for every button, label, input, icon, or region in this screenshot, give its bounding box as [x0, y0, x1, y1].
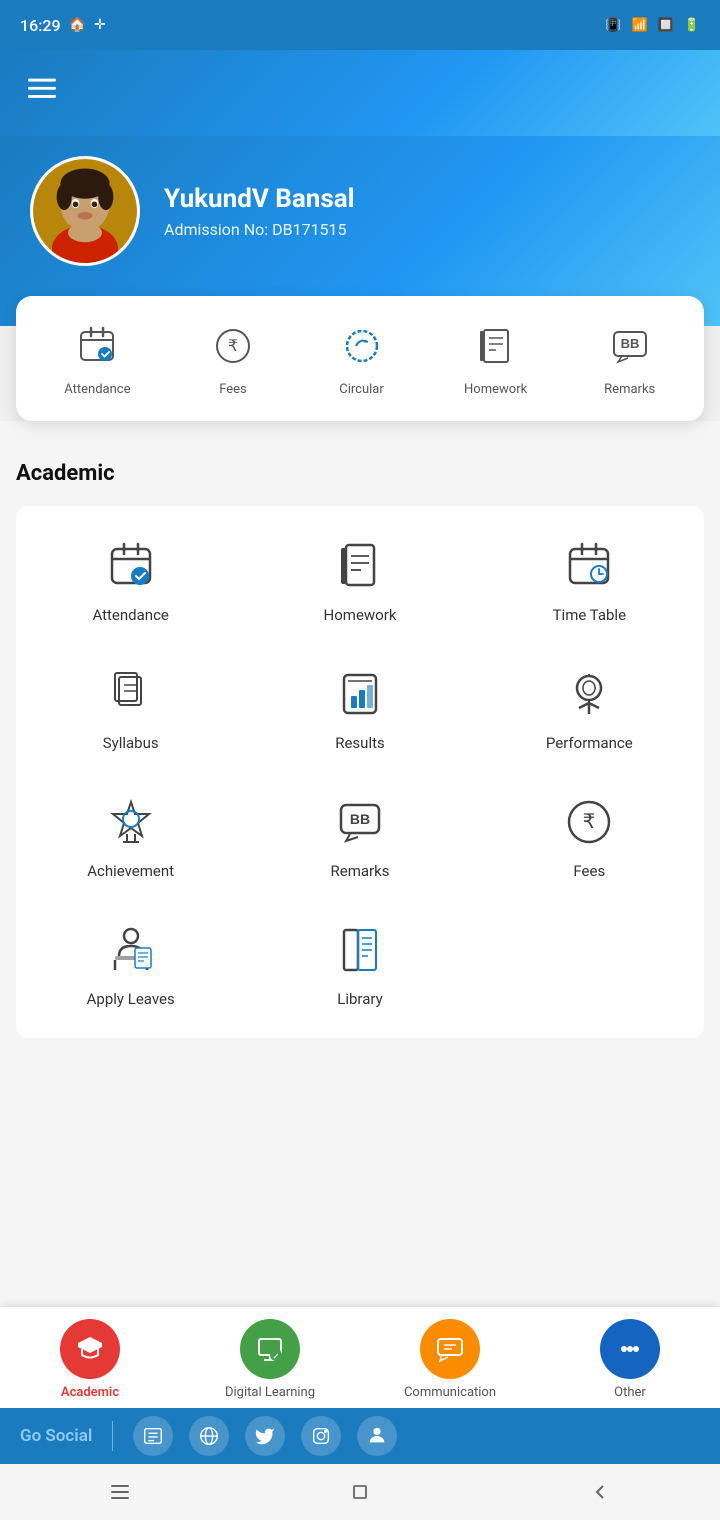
nav-academic-label: Academic [61, 1385, 119, 1400]
social-icons-group [133, 1416, 397, 1456]
social-newspaper-icon[interactable] [133, 1416, 173, 1456]
grid-empty [475, 900, 704, 1028]
nav-communication-circle [420, 1319, 480, 1379]
grid-results-label: Results [335, 734, 385, 752]
nav-academic-circle [60, 1319, 120, 1379]
android-menu-btn[interactable] [100, 1472, 140, 1512]
svg-text:₹: ₹ [583, 811, 596, 833]
grid-library-label: Library [337, 990, 382, 1008]
quick-circular[interactable]: Circular [336, 320, 388, 397]
grid-remarks-icon: BB [330, 792, 390, 852]
svg-text:✓: ✓ [273, 1352, 280, 1361]
grid-item-performance[interactable]: Performance [475, 644, 704, 772]
grid-item-applyleaves[interactable]: Apply Leaves [16, 900, 245, 1028]
status-bar: 16:29 🏠 ✛ 📳 📶 🔲 🔋 [0, 0, 720, 50]
quick-homework[interactable]: Homework [464, 320, 527, 397]
social-globe-icon[interactable] [189, 1416, 229, 1456]
grid-timetable-icon [559, 536, 619, 596]
homework-icon-quick [470, 320, 522, 372]
grid-remarks-label: Remarks [331, 862, 390, 880]
profile-name: YukundV Bansal [164, 184, 355, 214]
grid-performance-icon [559, 664, 619, 724]
grid-item-results[interactable]: Results [245, 644, 474, 772]
grid-homework-icon [330, 536, 390, 596]
svg-text:BB: BB [350, 811, 370, 827]
fees-icon-quick: ₹ [207, 320, 259, 372]
grid-item-achievement[interactable]: Achievement [16, 772, 245, 900]
go-social-text: Go Social [20, 1426, 92, 1446]
main-content: Academic Attendance [0, 421, 720, 1318]
quick-attendance[interactable]: Attendance [64, 320, 130, 397]
social-person-icon[interactable] [357, 1416, 397, 1456]
grid-achievement-label: Achievement [87, 862, 174, 880]
grid-library-icon [330, 920, 390, 980]
grid-applyleaves-icon [101, 920, 161, 980]
nav-digitallearning-circle: ✓ [240, 1319, 300, 1379]
circular-icon [336, 320, 388, 372]
social-instagram-icon[interactable] [301, 1416, 341, 1456]
grid-item-attendance[interactable]: Attendance [16, 516, 245, 644]
grid-homework-label: Homework [324, 606, 397, 624]
nav-academic[interactable]: Academic [0, 1319, 180, 1400]
grid-item-syllabus[interactable]: Syllabus [16, 644, 245, 772]
quick-remarks[interactable]: BB Remarks [604, 320, 656, 397]
grid-applyleaves-label: Apply Leaves [87, 990, 175, 1008]
go-social-divider [112, 1421, 113, 1451]
grid-attendance-icon [101, 536, 161, 596]
go-social-bar: Go Social [0, 1408, 720, 1464]
grid-item-fees[interactable]: ₹ Fees [475, 772, 704, 900]
grid-performance-label: Performance [546, 734, 633, 752]
android-nav [0, 1464, 720, 1520]
nav-other-circle [600, 1319, 660, 1379]
grid-fees-label: Fees [573, 862, 605, 880]
svg-text:₹: ₹ [228, 338, 238, 355]
nav-digitallearning-label: Digital Learning [225, 1385, 315, 1400]
grid-item-timetable[interactable]: Time Table [475, 516, 704, 644]
quick-homework-label: Homework [464, 382, 527, 397]
grid-syllabus-label: Syllabus [103, 734, 159, 752]
attendance-icon [71, 320, 123, 372]
bottom-nav: Academic ✓ Digital Learning Communicatio… [0, 1306, 720, 1410]
academic-section-title: Academic [16, 461, 704, 486]
battery-icon: 🔋 [684, 18, 700, 33]
screen-icon: 🔲 [658, 18, 674, 33]
grid-item-library[interactable]: Library [245, 900, 474, 1028]
nav-communication-label: Communication [404, 1385, 496, 1400]
android-back-btn[interactable] [580, 1472, 620, 1512]
grid-results-icon [330, 664, 390, 724]
app-header [0, 50, 720, 136]
notification-icon1: 🏠 [69, 17, 86, 33]
status-time: 16:29 [20, 16, 61, 35]
nav-other-label: Other [614, 1385, 646, 1400]
social-twitter-icon[interactable] [245, 1416, 285, 1456]
profile-info: YukundV Bansal Admission No: DB171515 [164, 184, 355, 239]
academic-grid: Attendance Homework [16, 506, 704, 1038]
avatar [30, 156, 140, 266]
profile-admission: Admission No: DB171515 [164, 220, 355, 239]
quick-fees[interactable]: ₹ Fees [207, 320, 259, 397]
quick-attendance-label: Attendance [64, 382, 130, 397]
svg-text:BB: BB [620, 336, 639, 351]
grid-item-remarks[interactable]: BB Remarks [245, 772, 474, 900]
grid-item-homework[interactable]: Homework [245, 516, 474, 644]
nav-other[interactable]: Other [540, 1319, 720, 1400]
quick-actions-card: Attendance ₹ Fees Circular [16, 296, 704, 421]
grid-syllabus-icon [101, 664, 161, 724]
nav-digitallearning[interactable]: ✓ Digital Learning [180, 1319, 360, 1400]
vibrate-icon: 📳 [605, 18, 621, 33]
wifi-icon: 📶 [631, 18, 647, 33]
android-home-btn[interactable] [340, 1472, 380, 1512]
quick-remarks-label: Remarks [604, 382, 655, 397]
nav-communication[interactable]: Communication [360, 1319, 540, 1400]
grid-achievement-icon [101, 792, 161, 852]
quick-fees-label: Fees [219, 382, 247, 397]
remarks-icon-quick: BB [604, 320, 656, 372]
grid-timetable-label: Time Table [553, 606, 626, 624]
hamburger-menu[interactable] [20, 66, 64, 116]
notification-icon2: ✛ [94, 17, 106, 33]
grid-fees-icon: ₹ [559, 792, 619, 852]
quick-circular-label: Circular [339, 382, 384, 397]
grid-attendance-label: Attendance [92, 606, 168, 624]
